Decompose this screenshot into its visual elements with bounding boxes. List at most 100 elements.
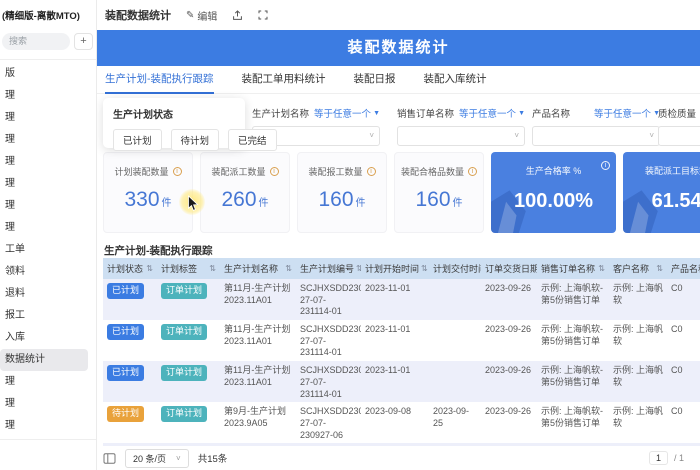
- column-header[interactable]: 产品名称⇅: [667, 258, 700, 279]
- search-input[interactable]: 搜索: [2, 33, 70, 50]
- stat-card-pass-rate: 生产合格率 % i 100.00%: [491, 152, 616, 233]
- sidebar-item-data-statistics[interactable]: 数据统计: [0, 349, 88, 371]
- app-window: (精细版-离散MTO) 搜索 + 版 理 理 理 理 理 理 理 工单 领料 退…: [0, 0, 700, 470]
- pagination-bar: 20 条/页 ˅ 共15条 1 / 1: [103, 446, 700, 470]
- dashboard-banner-title: 装配数据统计: [97, 30, 700, 66]
- info-icon[interactable]: i: [269, 167, 279, 176]
- info-icon[interactable]: i: [601, 161, 610, 170]
- chevron-down-icon: ˅: [176, 453, 181, 463]
- table-row[interactable]: 已计划 订单计划 第11月-生产计划 2023.11A01 SCJHXSDD23…: [103, 320, 700, 361]
- columns-icon: [103, 452, 116, 464]
- current-page-button[interactable]: 1: [648, 451, 668, 465]
- sidebar-item[interactable]: 理: [0, 393, 96, 415]
- sidebar-item-work-order[interactable]: 工单: [0, 239, 96, 261]
- filter-operator-dropdown[interactable]: 等于任意一个 ▼: [314, 106, 380, 120]
- info-icon[interactable]: i: [468, 167, 477, 176]
- top-toolbar: 装配数据统计 ✎ 编辑: [97, 0, 700, 30]
- sidebar-menu: 版 理 理 理 理 理 理 理 工单 领料 退料 报工 入库 数据统计 理 理 …: [0, 63, 96, 437]
- sidebar-item-warehouse-in[interactable]: 入库: [0, 327, 96, 349]
- sort-icon: ⇅: [598, 264, 605, 273]
- table-body: 已计划 订单计划 第11月-生产计划 2023.11A01 SCJHXSDD23…: [103, 279, 700, 447]
- sidebar-item[interactable]: 理: [0, 415, 96, 437]
- sidebar-item[interactable]: 理: [0, 151, 96, 173]
- divider: [0, 439, 96, 440]
- sales-order-select[interactable]: ˅: [397, 126, 525, 146]
- export-button[interactable]: [232, 9, 243, 21]
- status-option-pending[interactable]: 待计划: [170, 129, 220, 151]
- caret-down-icon: ▼: [373, 109, 380, 117]
- fullscreen-button[interactable]: [258, 10, 268, 20]
- app-title: (精细版-离散MTO): [2, 11, 80, 22]
- plan-status-dropdown-panel: 生产计划状态 已计划 待计划 已完结: [103, 98, 277, 151]
- info-icon[interactable]: i: [172, 167, 182, 176]
- column-header[interactable]: 计划标签 ⇅: [157, 258, 220, 279]
- fullscreen-icon: [258, 10, 268, 20]
- status-option-planned[interactable]: 已计划: [113, 129, 162, 151]
- column-header[interactable]: 计划开始时间 ⇅: [361, 258, 429, 279]
- column-header[interactable]: 计划状态 ⇅: [103, 258, 157, 279]
- sidebar-item-material-return[interactable]: 退料: [0, 283, 96, 305]
- sort-icon: ⇅: [285, 264, 292, 273]
- sidebar-item[interactable]: 版: [0, 63, 96, 85]
- sort-icon: ⇅: [146, 264, 153, 273]
- mouse-cursor-icon: [188, 195, 199, 211]
- tab-bar: 生产计划-装配执行跟踪 装配工单用料统计 装配日报 装配入库统计: [97, 66, 700, 94]
- edit-button[interactable]: ✎ 编辑: [186, 8, 217, 23]
- stat-card-dispatch-target-rate: 装配派工目标完成率 61.54%: [623, 152, 700, 233]
- sidebar-item[interactable]: 理: [0, 173, 96, 195]
- sidebar-item-work-report[interactable]: 报工: [0, 305, 96, 327]
- info-icon[interactable]: i: [366, 167, 376, 176]
- chevron-down-icon: ˅: [514, 131, 519, 140]
- column-header[interactable]: 计划交付时间⇅: [429, 258, 481, 279]
- status-badge: 已计划: [107, 365, 145, 381]
- tab-plan-execution-tracking[interactable]: 生产计划-装配执行跟踪: [105, 66, 214, 94]
- column-header[interactable]: 销售订单名称 ⇅: [537, 258, 609, 279]
- status-badge: 待计划: [107, 406, 145, 422]
- sort-icon: ⇅: [421, 264, 428, 273]
- total-count-label: 共15条: [197, 454, 228, 465]
- divider: [0, 59, 96, 60]
- sidebar-item[interactable]: 理: [0, 195, 96, 217]
- tab-daily-report[interactable]: 装配日报: [354, 66, 396, 94]
- stat-card-report-qty: 装配报工数量 i 160 件: [297, 152, 387, 233]
- column-header[interactable]: 生产计划编号 ⇅: [296, 258, 361, 279]
- sidebar-item[interactable]: 理: [0, 85, 96, 107]
- column-settings-button[interactable]: [103, 452, 116, 465]
- sidebar-item[interactable]: 理: [0, 129, 96, 151]
- stat-card-planned-qty: 计划装配数量 i 330 件: [103, 152, 193, 233]
- page-size-select[interactable]: 20 条/页 ˅: [125, 448, 189, 468]
- tab-warehouse-in-stats[interactable]: 装配入库统计: [424, 66, 487, 94]
- tab-work-order-material[interactable]: 装配工单用料统计: [242, 66, 326, 94]
- sidebar-item-material-issue[interactable]: 领料: [0, 261, 96, 283]
- filter-operator-dropdown[interactable]: 等于任意一个 ▼: [459, 106, 525, 120]
- export-icon: [233, 9, 243, 20]
- table-row[interactable]: 已计划 订单计划 第11月-生产计划 2023.11A01 SCJHXSDD23…: [103, 279, 700, 321]
- sort-icon: ⇅: [656, 264, 663, 273]
- sidebar-item[interactable]: 理: [0, 217, 96, 239]
- stat-card-dispatch-qty: 装配派工数量 i 260 件: [200, 152, 290, 233]
- filter-operator-dropdown[interactable]: 等于任意一个 ▼: [594, 106, 660, 120]
- table-row[interactable]: 待计划 订单计划 第9月-生产计划 2023.9A05 SCJHXSDD2309…: [103, 402, 700, 443]
- sidebar-item[interactable]: 理: [0, 107, 96, 129]
- filter-label-quality: 质检质量: [658, 109, 697, 120]
- pencil-icon: ✎: [186, 9, 195, 21]
- main-content: 装配数据统计 ✎ 编辑 装配数据统计 生产计划-装配执行跟踪 装配工单用料统计 …: [97, 0, 700, 470]
- column-header[interactable]: 订单交货日期⇅: [481, 258, 537, 279]
- status-badge: 已计划: [107, 283, 145, 299]
- tag-badge: 订单计划: [161, 283, 208, 299]
- filter-label-plan-name: 生产计划名称: [252, 109, 310, 120]
- column-header[interactable]: 客户名称 ⇅: [609, 258, 667, 279]
- product-name-select[interactable]: ˅: [532, 126, 660, 146]
- sort-icon: ⇅: [209, 264, 216, 273]
- tag-badge: 订单计划: [161, 324, 208, 340]
- add-button[interactable]: +: [74, 33, 93, 50]
- caret-down-icon: ▼: [518, 109, 525, 117]
- sidebar-item[interactable]: 理: [0, 371, 96, 393]
- status-option-completed[interactable]: 已完结: [228, 129, 277, 151]
- table-row[interactable]: 已计划 订单计划 第11月-生产计划 2023.11A01 SCJHXSDD23…: [103, 361, 700, 403]
- plan-tracking-table: 计划状态 ⇅ 计划标签 ⇅ 生产计划名称 ⇅ 生产计划编号 ⇅ 计划开始时间 ⇅ 计划交付…: [103, 258, 700, 447]
- column-header[interactable]: 生产计划名称 ⇅: [220, 258, 296, 279]
- tag-badge: 订单计划: [161, 365, 208, 381]
- filter-bar: 生产计划名称 等于任意一个 ▼ ˅ 销售订单名称 等于任意一个 ▼ ˅ 产品名称…: [97, 94, 700, 215]
- quality-select[interactable]: 不: [658, 126, 700, 146]
